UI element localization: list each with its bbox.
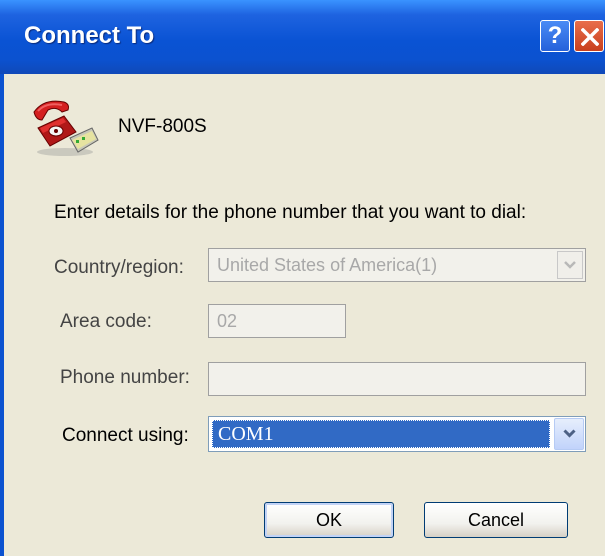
connect-using-value: COM1 [212,420,550,448]
window-border [0,74,4,556]
window-title: Connect To [24,22,155,49]
area-code-input[interactable]: 02 [208,304,346,338]
dial-prompt: Enter details for the phone number that … [54,202,527,223]
help-icon: ? [547,22,563,49]
country-select[interactable]: United States of America(1) [208,248,586,282]
phone-number-input[interactable] [208,362,586,396]
chevron-down-icon [564,261,576,269]
close-icon [581,28,599,46]
phone-number-label: Phone number: [60,367,190,388]
connect-using-dropdown-button[interactable] [554,418,584,450]
country-dropdown-button[interactable] [557,251,583,279]
country-label: Country/region: [54,257,184,278]
ok-button[interactable]: OK [264,502,394,538]
connect-to-dialog: Connect To ? NVF-800S Enter details for … [0,0,605,556]
help-button[interactable]: ? [540,20,570,52]
connection-name: NVF-800S [118,116,207,137]
phone-modem-icon [33,100,99,156]
close-button[interactable] [574,20,604,52]
title-bar[interactable]: Connect To ? [0,0,605,74]
connect-using-select[interactable]: COM1 [208,416,586,452]
cancel-button[interactable]: Cancel [424,502,568,538]
area-code-value: 02 [217,311,238,331]
country-value: United States of America(1) [217,255,438,275]
connect-using-label: Connect using: [62,425,189,446]
chevron-down-icon [563,429,576,438]
area-code-label: Area code: [60,311,152,332]
